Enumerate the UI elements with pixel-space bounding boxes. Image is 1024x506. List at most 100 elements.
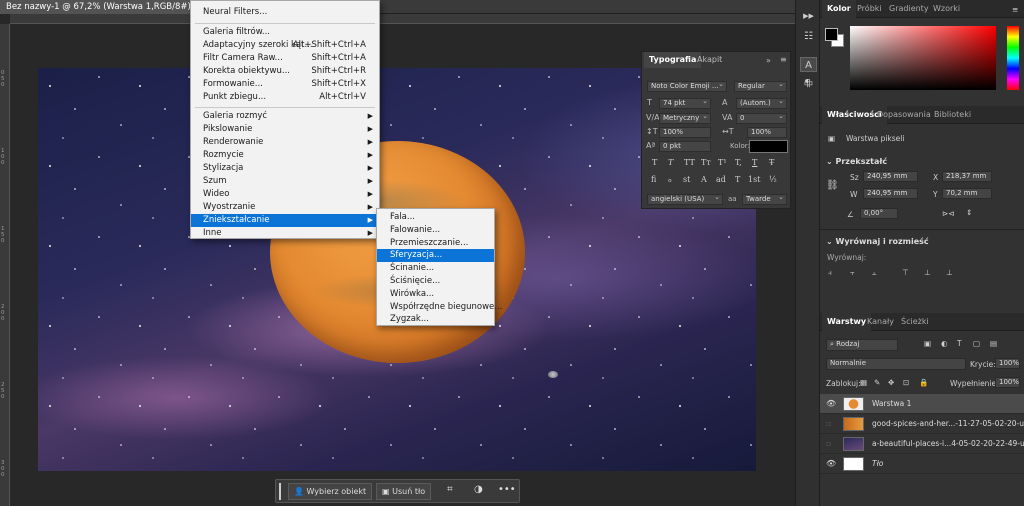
lock-transparency-icon[interactable]: ▦ bbox=[860, 378, 867, 387]
expand-panels-icon[interactable]: ▶▶ bbox=[800, 9, 817, 24]
leading-field[interactable]: (Autom.) bbox=[736, 98, 787, 109]
filter-pixel-icon[interactable]: ▣ bbox=[924, 339, 931, 348]
submenu-item-pinch[interactable]: Ściśnięcie... bbox=[377, 275, 494, 288]
underline-icon[interactable]: T bbox=[752, 158, 757, 167]
tab-color[interactable]: Kolor bbox=[822, 0, 856, 18]
link-proportions-icon[interactable]: ⛓ bbox=[826, 180, 839, 191]
collapse-icon[interactable]: » bbox=[766, 56, 771, 66]
layer-name[interactable]: a-beautiful-places-i...4-05-02-20-22-49-… bbox=[872, 439, 1024, 448]
font-size-field[interactable]: 74 pkt bbox=[659, 98, 711, 109]
menu-item-camera-raw[interactable]: Filtr Camera Raw... Shift+Ctrl+A bbox=[191, 52, 379, 65]
flip-vertical-icon[interactable]: ⇕ bbox=[966, 208, 972, 217]
text-tool-icon[interactable]: A bbox=[800, 57, 817, 72]
x-field[interactable]: 218,37 mm bbox=[942, 171, 992, 182]
swash-icon[interactable]: A bbox=[701, 175, 707, 184]
menu-item-noise[interactable]: Szum ▶ bbox=[191, 175, 379, 188]
menu-item-blur[interactable]: Rozmycie ▶ bbox=[191, 149, 379, 162]
eye-icon[interactable]: 👁 bbox=[826, 399, 836, 408]
y-field[interactable]: 70,2 mm bbox=[942, 188, 992, 199]
small-caps-icon[interactable]: Tт bbox=[701, 158, 711, 167]
menu-item-lens-correction[interactable]: Korekta obiektywu... Shift+Ctrl+R bbox=[191, 65, 379, 78]
layer-filter-select[interactable]: ⌕ Rodzaj bbox=[826, 339, 898, 351]
foreground-color-swatch[interactable] bbox=[825, 28, 838, 41]
tab-paths[interactable]: Ścieżki bbox=[896, 313, 934, 331]
submenu-item-wave[interactable]: Fala... bbox=[377, 211, 494, 224]
color-picker-field[interactable] bbox=[850, 26, 996, 90]
more-options-icon[interactable]: ••• bbox=[498, 484, 516, 495]
tab-paragraph[interactable]: Akapit bbox=[692, 52, 727, 68]
layer-name[interactable]: good-spices-and-her...-11-27-05-02-20-ut… bbox=[872, 419, 1024, 428]
menu-item-video[interactable]: Wideo ▶ bbox=[191, 188, 379, 201]
align-center-h-icon[interactable]: ⫟ bbox=[850, 268, 855, 278]
ordinals-icon[interactable]: 1st bbox=[748, 175, 760, 184]
drag-handle[interactable] bbox=[279, 483, 281, 500]
text-color-swatch[interactable] bbox=[749, 140, 788, 153]
vertical-scale-field[interactable]: 100% bbox=[659, 127, 711, 138]
layer-name[interactable]: Warstwa 1 bbox=[872, 399, 911, 408]
stylistic-alternates-icon[interactable]: ad bbox=[716, 175, 726, 184]
align-left-icon[interactable]: ⫞ bbox=[828, 268, 832, 278]
fractions-icon[interactable]: ½ bbox=[769, 175, 777, 184]
submenu-item-ripple[interactable]: Falowanie... bbox=[377, 224, 494, 237]
filter-adjustment-icon[interactable]: ◐ bbox=[941, 339, 948, 348]
crop-icon[interactable]: ⌗ bbox=[447, 484, 453, 495]
select-subject-button[interactable]: 👤 Wybierz obiekt bbox=[288, 483, 373, 500]
menu-item-liquify[interactable]: Formowanie... Shift+Ctrl+X bbox=[191, 78, 379, 91]
subscript-icon[interactable]: T, bbox=[735, 158, 742, 167]
submenu-item-spherize[interactable]: Sferyzacja... bbox=[377, 249, 494, 262]
properties-icon[interactable]: ☷ bbox=[800, 29, 817, 44]
align-section-title[interactable]: ⌄ Wyrównaj i rozmieść bbox=[826, 237, 929, 246]
angle-field[interactable]: 0,00° bbox=[860, 208, 898, 219]
eye-icon[interactable]: 👁 bbox=[826, 459, 836, 468]
width-field[interactable]: 240,95 mm bbox=[863, 171, 918, 182]
tab-adjustments[interactable]: Dopasowania bbox=[872, 106, 936, 124]
menu-item-pixelate[interactable]: Pikslowanie ▶ bbox=[191, 123, 379, 136]
tab-patterns[interactable]: Wzorki bbox=[928, 0, 965, 18]
panel-menu-icon[interactable]: ≡ bbox=[780, 55, 787, 65]
align-right-icon[interactable]: ⫠ bbox=[872, 268, 877, 278]
panel-menu-icon[interactable]: ≡ bbox=[1012, 5, 1018, 14]
align-top-icon[interactable]: ⊤ bbox=[902, 268, 909, 277]
eye-hidden-icon[interactable]: ▫ bbox=[826, 419, 831, 428]
paragraph-icon[interactable]: ¶ bbox=[799, 76, 816, 91]
menu-item-sharpen[interactable]: Wyostrzanie ▶ bbox=[191, 201, 379, 214]
submenu-item-shear[interactable]: Ścinanie... bbox=[377, 262, 494, 275]
kerning-field[interactable]: Metryczny bbox=[659, 113, 711, 124]
font-family-select[interactable]: Noto Color Emoji ... bbox=[647, 81, 727, 92]
tab-channels[interactable]: Kanały bbox=[862, 313, 899, 331]
menu-item-distort[interactable]: Zniekształcanie ▶ bbox=[191, 214, 379, 227]
all-caps-icon[interactable]: TT bbox=[684, 158, 695, 167]
submenu-item-zigzag[interactable]: Zygzak... bbox=[377, 313, 494, 326]
document-tab[interactable]: Bez nazwy-1 @ 67,2% (Warstwa 1,RGB/8#) *… bbox=[0, 0, 220, 14]
faux-italic-icon[interactable]: T bbox=[668, 158, 673, 167]
menu-item-stylize[interactable]: Stylizacja ▶ bbox=[191, 162, 379, 175]
flip-horizontal-icon[interactable]: ⊳⊲ bbox=[942, 209, 955, 218]
layer-row[interactable]: 👁 Tło bbox=[820, 454, 1024, 474]
faux-bold-icon[interactable]: T bbox=[652, 158, 657, 167]
adjustment-icon[interactable]: ◑ bbox=[474, 484, 483, 495]
horizontal-scale-field[interactable]: 100% bbox=[747, 127, 787, 138]
tab-libraries[interactable]: Biblioteki bbox=[929, 106, 976, 124]
menu-item-render[interactable]: Renderowanie ▶ bbox=[191, 136, 379, 149]
layer-row[interactable]: 👁 Warstwa 1 bbox=[820, 394, 1024, 414]
hue-slider[interactable] bbox=[1007, 26, 1019, 90]
tab-gradients[interactable]: Gradienty bbox=[884, 0, 934, 18]
font-style-select[interactable]: Regular bbox=[734, 81, 787, 92]
tracking-field[interactable]: 0 bbox=[736, 113, 787, 124]
lock-artboard-icon[interactable]: ⊡ bbox=[903, 378, 909, 387]
layer-row[interactable]: ▫ good-spices-and-her...-11-27-05-02-20-… bbox=[820, 414, 1024, 434]
fill-field[interactable]: 100% bbox=[995, 377, 1020, 388]
opacity-field[interactable]: 100% bbox=[995, 358, 1020, 369]
lock-image-icon[interactable]: ✎ bbox=[874, 378, 880, 387]
submenu-item-twirl[interactable]: Wirówka... bbox=[377, 288, 494, 301]
remove-background-button[interactable]: ▣ Usuń tło bbox=[376, 483, 432, 500]
superscript-icon[interactable]: T¹ bbox=[718, 158, 727, 167]
layer-name[interactable]: Tło bbox=[872, 459, 883, 468]
menu-item-vanishing-point[interactable]: Punkt zbiegu... Alt+Ctrl+V bbox=[191, 91, 379, 104]
titling-icon[interactable]: T bbox=[735, 175, 740, 184]
blend-mode-select[interactable]: Normalnie bbox=[826, 358, 966, 370]
filter-type-icon[interactable]: T bbox=[957, 339, 962, 348]
ligatures-icon[interactable]: fi bbox=[651, 175, 656, 184]
antialias-select[interactable]: Twarde bbox=[742, 194, 787, 205]
strikethrough-icon[interactable]: T̶ bbox=[769, 158, 774, 167]
